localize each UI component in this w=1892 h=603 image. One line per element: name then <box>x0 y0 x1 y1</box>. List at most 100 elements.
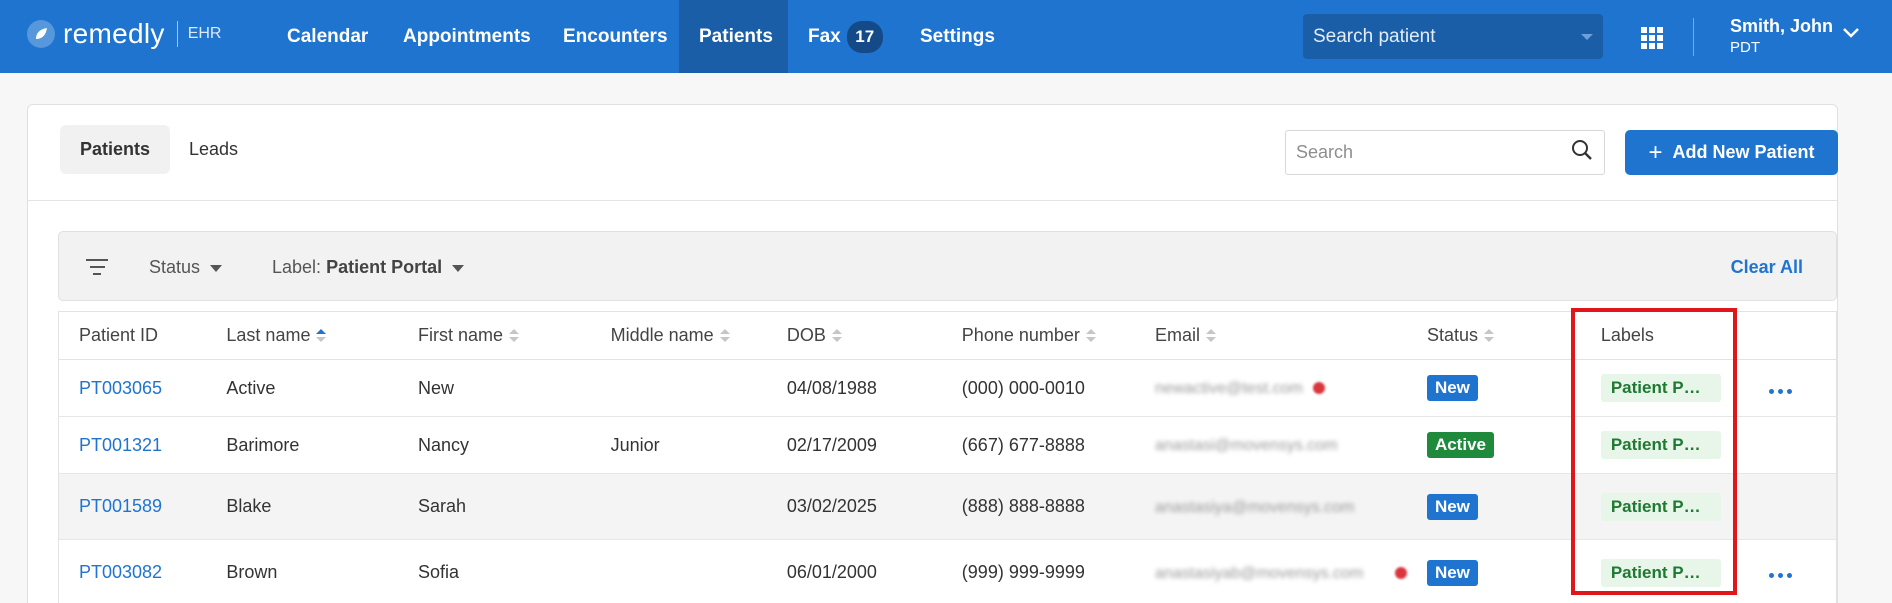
label-filter[interactable]: Label: Patient Portal <box>272 232 465 302</box>
patient-id-link[interactable]: PT001321 <box>79 435 162 455</box>
chevron-down-icon[interactable] <box>1842 26 1860 44</box>
brand-divider <box>176 21 178 47</box>
patient-id-link[interactable]: PT001589 <box>79 496 162 516</box>
caret-down-icon <box>452 264 465 272</box>
middle-name: Junior <box>590 416 767 474</box>
tab-patients[interactable]: Patients <box>60 125 171 174</box>
warning-dot-icon <box>1312 382 1325 395</box>
add-new-patient-label: Add New Patient <box>1672 142 1815 162</box>
search-patient-select[interactable]: Search patient <box>1303 14 1603 59</box>
user-menu[interactable]: Smith, John PDT <box>1730 16 1833 56</box>
phone: (000) 000-0010 <box>941 359 1135 417</box>
col-phone[interactable]: Phone number <box>941 311 1135 360</box>
table-row[interactable]: PT003082 Brown Sofia 06/01/2000 (999) 99… <box>58 539 1837 603</box>
warning-dot-icon <box>1394 566 1407 579</box>
patients-card: Patients Leads + Add New Patient Status … <box>27 104 1838 603</box>
sort-icon[interactable] <box>719 329 730 343</box>
col-dob[interactable]: DOB <box>766 311 942 360</box>
nav-fax[interactable]: Fax 17 <box>788 0 903 73</box>
col-first-name[interactable]: First name <box>398 311 591 360</box>
dob: 03/02/2025 <box>766 473 942 540</box>
nav-appointments[interactable]: Appointments <box>383 0 551 73</box>
add-new-patient-button[interactable]: + Add New Patient <box>1625 130 1838 175</box>
label-filter-value: Patient Portal <box>326 257 443 277</box>
status-badge: Active <box>1426 432 1494 458</box>
sort-icon[interactable] <box>1483 329 1494 343</box>
search-icon[interactable] <box>1570 138 1594 167</box>
col-patient-id: Patient ID <box>58 311 207 360</box>
label-tag: Patient Portal <box>1600 431 1721 459</box>
more-actions-icon[interactable] <box>1769 573 1793 578</box>
phone: (999) 999-9999 <box>941 539 1135 603</box>
phone: (667) 677-8888 <box>941 416 1135 474</box>
email: anastasiya@movensys.com <box>1154 498 1355 516</box>
email: anastasi@movensys.com <box>1154 437 1338 454</box>
patient-id-link[interactable]: PT003065 <box>79 378 162 398</box>
dob: 04/08/1988 <box>766 359 942 417</box>
table-row[interactable]: PT001321 Barimore Nancy Junior 02/17/200… <box>58 416 1837 474</box>
fax-count-badge: 17 <box>846 20 883 53</box>
nav-calendar[interactable]: Calendar <box>266 0 389 73</box>
search-input[interactable] <box>1296 142 1570 163</box>
phone: (888) 888-8888 <box>941 473 1135 540</box>
plus-icon: + <box>1648 138 1663 166</box>
col-status[interactable]: Status <box>1406 311 1581 360</box>
search-patient-placeholder: Search patient <box>1313 25 1436 47</box>
dob: 06/01/2000 <box>766 539 942 603</box>
email: anastasiyab@movensys.com <box>1154 564 1364 582</box>
table-row[interactable]: PT001589 Blake Sarah 03/02/2025 (888) 88… <box>58 473 1837 540</box>
status-badge: New <box>1426 375 1478 401</box>
sort-icon[interactable] <box>1205 329 1216 343</box>
clear-all-link[interactable]: Clear All <box>1731 232 1803 302</box>
sort-icon[interactable] <box>509 329 520 343</box>
tabs-row: Patients Leads + Add New Patient <box>28 105 1838 201</box>
user-timezone: PDT <box>1730 39 1760 56</box>
status-filter-label: Status <box>149 257 201 277</box>
label-filter-prefix: Label: <box>272 257 322 277</box>
last-name: Active <box>206 359 399 417</box>
nav-patients[interactable]: Patients <box>679 0 788 73</box>
first-name: Sarah <box>398 473 591 540</box>
patient-id-link[interactable]: PT003082 <box>79 562 162 582</box>
status-badge: New <box>1426 493 1478 520</box>
dob: 02/17/2009 <box>766 416 942 474</box>
brand-sub: EHR <box>187 25 222 42</box>
first-name: New <box>398 359 591 417</box>
sort-icon[interactable] <box>831 329 842 343</box>
status-filter[interactable]: Status <box>149 232 223 302</box>
caret-down-icon <box>210 264 223 272</box>
first-name: Sofia <box>398 539 591 603</box>
more-actions-icon[interactable] <box>1769 388 1793 394</box>
col-actions <box>1749 311 1837 360</box>
nav-encounters[interactable]: Encounters <box>543 0 688 73</box>
chevron-down-icon <box>1581 33 1593 40</box>
last-name: Brown <box>206 539 399 603</box>
sort-icon[interactable] <box>1085 329 1096 343</box>
col-email[interactable]: Email <box>1134 311 1407 360</box>
patients-table: Patient ID Last name First name Middle n… <box>58 311 1837 603</box>
last-name: Blake <box>206 473 399 540</box>
brand[interactable]: remedly EHR <box>27 18 221 50</box>
nav-fax-label: Fax <box>808 26 841 47</box>
tab-leads[interactable]: Leads <box>169 125 258 174</box>
nav-settings[interactable]: Settings <box>900 0 1015 73</box>
sort-asc-icon[interactable] <box>316 329 327 343</box>
table-row[interactable]: PT003065 Active New 04/08/1988 (000) 000… <box>58 359 1837 417</box>
top-navbar: remedly EHR Calendar Appointments Encoun… <box>0 0 1892 73</box>
label-tag: Patient Portal <box>1600 492 1721 521</box>
label-tag: Patient Portal <box>1600 558 1721 587</box>
email: newactive@test.com <box>1154 380 1303 397</box>
brand-name: remedly <box>63 18 165 49</box>
filter-icon[interactable] <box>86 259 108 280</box>
apps-grid-icon[interactable] <box>1641 27 1663 49</box>
nav-divider <box>1693 18 1694 56</box>
middle-name <box>590 539 767 603</box>
search-field[interactable] <box>1285 130 1605 175</box>
first-name: Nancy <box>398 416 591 474</box>
col-last-name[interactable]: Last name <box>206 311 399 360</box>
last-name: Barimore <box>206 416 399 474</box>
middle-name <box>590 473 767 540</box>
col-labels: Labels <box>1580 311 1750 360</box>
status-badge: New <box>1426 559 1478 586</box>
col-middle-name[interactable]: Middle name <box>590 311 767 360</box>
